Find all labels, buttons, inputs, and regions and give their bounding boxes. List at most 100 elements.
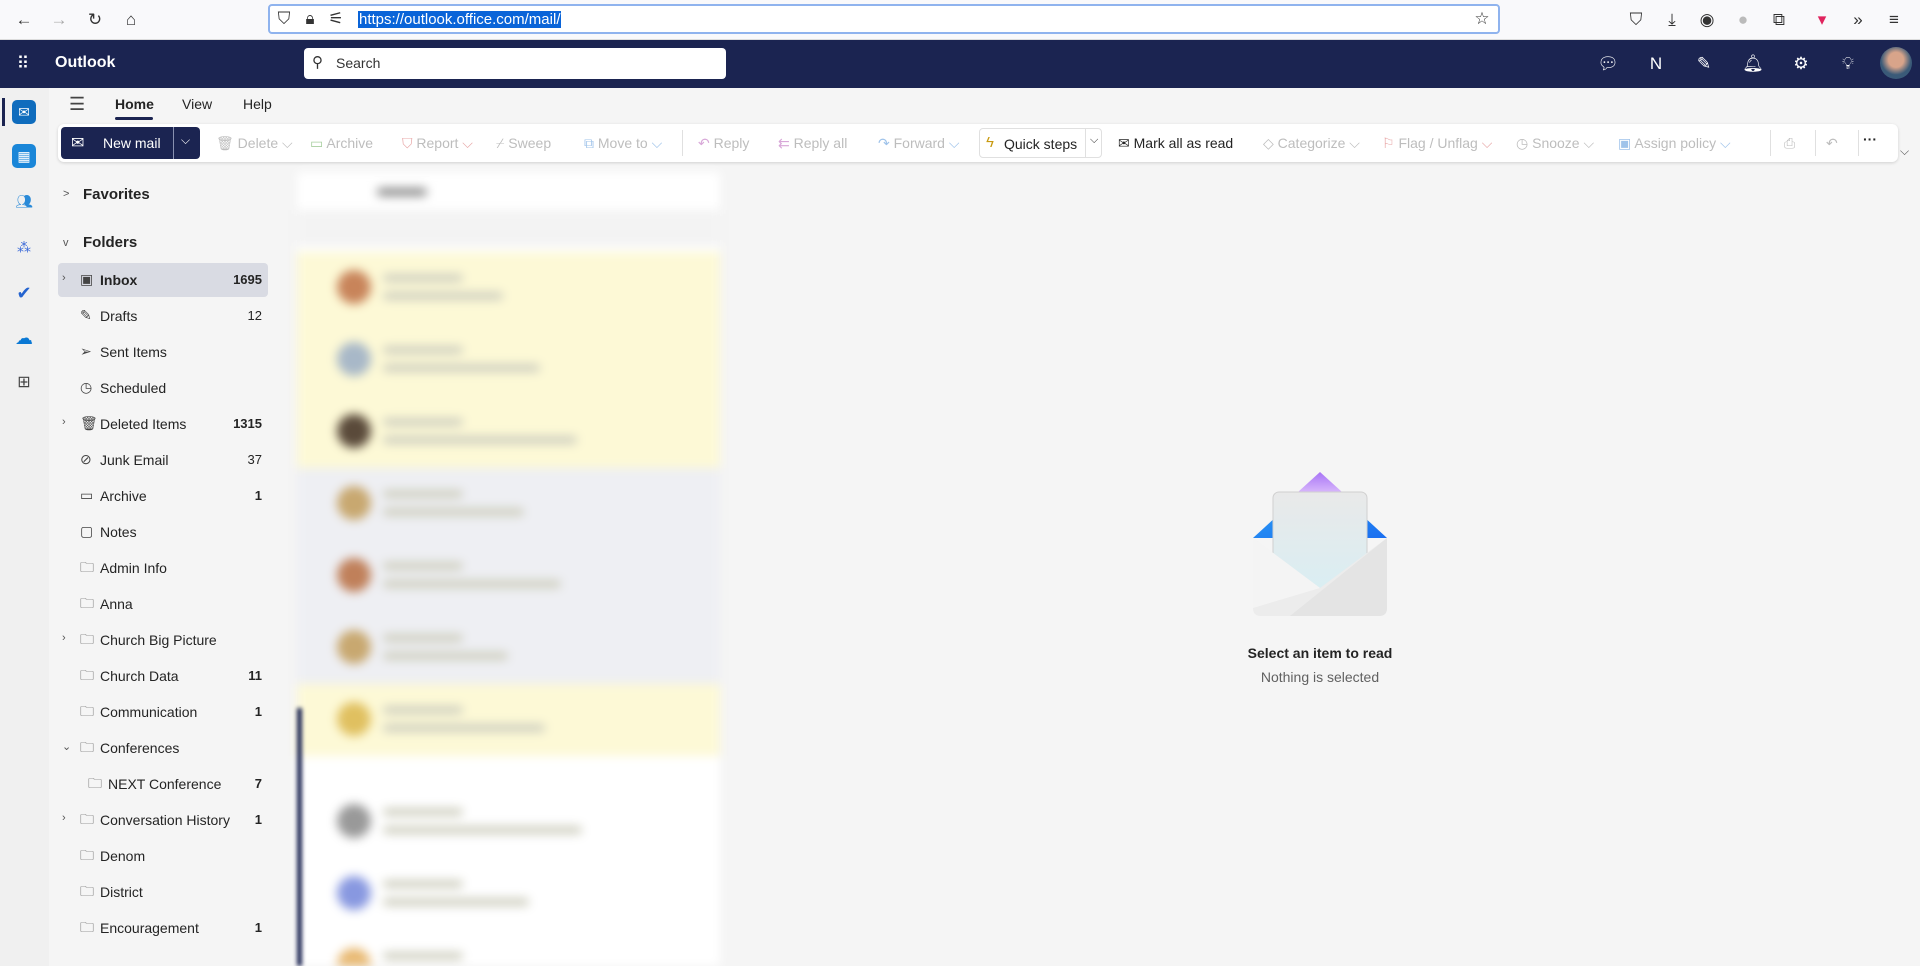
onedrive-icon[interactable]: ☁ — [12, 326, 36, 350]
chevron-down-icon[interactable]: ⌵ — [181, 133, 190, 148]
message-row[interactable] — [297, 468, 720, 540]
categorize-button[interactable]: ◇ Categorize ⌵ — [1263, 135, 1360, 152]
delete-button[interactable]: 🗑︎ Delete ⌵ — [216, 135, 293, 152]
chevron-right-icon[interactable]: › — [62, 416, 66, 428]
reload-icon[interactable]: ↻ — [83, 8, 107, 32]
home-icon[interactable]: ⌂ — [119, 8, 143, 32]
account-icon[interactable]: ◉ — [1695, 8, 1719, 32]
folder-item[interactable]: 🗀︎ District — [58, 875, 268, 909]
quick-steps-button[interactable]: ϟ Quick steps ⌵ — [979, 128, 1102, 158]
puzzle-icon[interactable]: ⧉ — [1767, 8, 1791, 32]
envelope-icon: ✉ — [71, 135, 85, 152]
mark-all-read-button[interactable]: ✉ Mark all as read — [1118, 135, 1233, 152]
chevron-down-icon[interactable]: ⌵ — [1090, 134, 1098, 147]
avatar[interactable] — [1880, 47, 1912, 79]
new-mail-button[interactable]: ✉ New mail ⌵ — [61, 127, 200, 159]
folder-item[interactable]: 🗀︎ NEXT Conference 7 — [58, 767, 268, 801]
groups-icon[interactable]: ⁂ — [12, 235, 36, 259]
folder-item[interactable]: › 🗑︎ Deleted Items 1315 — [58, 407, 268, 441]
todo-icon[interactable]: ✎ — [1692, 52, 1716, 76]
message-row[interactable] — [297, 612, 720, 684]
message-row[interactable] — [297, 858, 720, 930]
bell-icon[interactable]: 🔔︎ — [1741, 52, 1765, 76]
folder-icon: 🗀︎ — [80, 811, 94, 827]
download-icon[interactable]: ⤓ — [1660, 8, 1684, 32]
folder-item[interactable]: 🗀︎ Encouragement 1 — [58, 911, 268, 945]
forward-button[interactable]: ↷ Forward ⌵ — [878, 135, 960, 152]
sweep-button[interactable]: ⌿ Sweep — [496, 135, 551, 152]
menu-icon[interactable]: ≡ — [1882, 8, 1906, 32]
report-button[interactable]: ⛉ Report ⌵ — [402, 135, 473, 152]
chevron-right-icon[interactable]: > — [63, 188, 69, 200]
todo-check-icon[interactable]: ✔ — [12, 281, 36, 305]
folder-item[interactable]: 🗀︎ Church Data 11 — [58, 659, 268, 693]
folder-item[interactable]: ➢ Sent Items — [58, 335, 268, 369]
teams-chat-icon[interactable]: 💬︎ — [1596, 52, 1620, 76]
folder-item[interactable]: ⊘ Junk Email 37 — [58, 443, 268, 477]
move-to-button[interactable]: ⧉ Move to ⌵ — [584, 135, 662, 152]
more-options-icon[interactable]: ··· — [1863, 131, 1877, 147]
message-row[interactable] — [297, 930, 720, 966]
chevron-right-icon[interactable]: › — [62, 812, 66, 824]
reply-all-button[interactable]: ⇇ Reply all — [778, 135, 847, 152]
hamburger-icon[interactable]: ☰ — [69, 94, 85, 115]
folder-item[interactable]: ⌄ 🗀︎ Conferences — [58, 731, 268, 765]
folder-item[interactable]: 🗀︎ Anna — [58, 587, 268, 621]
folder-item[interactable]: 🗀︎ Communication 1 — [58, 695, 268, 729]
url-bar[interactable]: ⛉ 🔒︎ ⚟ https://outlook.office.com/mail/ … — [268, 4, 1500, 34]
assign-policy-button[interactable]: ▣ Assign policy ⌵ — [1618, 135, 1731, 152]
extension-icon[interactable]: ● — [1731, 8, 1755, 32]
chevron-right-icon[interactable]: › — [62, 632, 66, 644]
folder-item[interactable]: ✎ Drafts 12 — [58, 299, 268, 333]
message-row[interactable] — [297, 396, 720, 468]
extension-badge-icon[interactable]: ▾ — [1810, 8, 1834, 32]
folder-item[interactable]: › ▣ Inbox 1695 — [58, 263, 268, 297]
archive-button[interactable]: ▭ Archive — [310, 135, 373, 152]
folder-item[interactable]: › 🗀︎ Conversation History 1 — [58, 803, 268, 837]
folder-item[interactable]: › 🗀︎ Church Big Picture — [58, 623, 268, 657]
message-row[interactable] — [297, 252, 720, 324]
folders-header[interactable]: Folders — [83, 234, 137, 251]
message-list[interactable] — [297, 172, 720, 966]
folder-item[interactable]: ▭ Archive 1 — [58, 479, 268, 513]
folder-item[interactable]: ◷ Scheduled — [58, 371, 268, 405]
favorites-header[interactable]: Favorites — [83, 186, 150, 203]
mail-icon[interactable]: ✉ — [12, 100, 36, 124]
print-icon[interactable]: ⎙ — [1784, 135, 1795, 152]
app-launcher-icon[interactable]: ⠿ — [11, 52, 35, 76]
chevron-right-icon[interactable]: › — [62, 272, 66, 284]
message-row[interactable] — [297, 684, 720, 756]
chevron-down-icon[interactable]: v — [63, 237, 69, 249]
star-icon[interactable]: ☆ — [1470, 7, 1494, 31]
tab-home[interactable]: Home — [115, 96, 154, 112]
forward-icon[interactable]: → — [47, 8, 71, 32]
lightbulb-icon[interactable]: 💡︎ — [1836, 52, 1860, 76]
gear-icon[interactable]: ⚙ — [1789, 52, 1813, 76]
url-text[interactable]: https://outlook.office.com/mail/ — [358, 11, 562, 28]
permissions-icon[interactable]: ⚟ — [324, 7, 348, 31]
pocket-icon[interactable]: ⛉ — [1624, 8, 1648, 32]
tab-help[interactable]: Help — [243, 96, 272, 112]
folder-item[interactable]: 🗀︎ Denom — [58, 839, 268, 873]
folder-label: Junk Email — [100, 452, 169, 468]
message-row[interactable] — [297, 540, 720, 612]
back-icon[interactable]: ← — [12, 8, 36, 32]
onenote-icon[interactable]: N — [1644, 52, 1668, 76]
chevron-down-icon[interactable]: ⌄ — [62, 740, 71, 753]
calendar-icon[interactable]: ▦ — [12, 144, 36, 168]
message-row[interactable] — [297, 786, 720, 858]
flag-button[interactable]: ⚐ Flag / Unflag ⌵ — [1382, 135, 1492, 152]
folder-item[interactable]: 🗀︎ Admin Info — [58, 551, 268, 585]
ribbon-expand-icon[interactable]: ⌵ — [1900, 144, 1909, 159]
search-input[interactable]: ⚲ Search — [304, 48, 726, 79]
snooze-button[interactable]: ◷ Snooze ⌵ — [1516, 135, 1594, 152]
overflow-icon[interactable]: » — [1846, 8, 1870, 32]
reply-button[interactable]: ↶ Reply — [698, 135, 749, 152]
tab-view[interactable]: View — [182, 96, 212, 112]
people-icon[interactable]: 👥︎ — [12, 189, 36, 213]
folder-label: Church Data — [100, 668, 179, 684]
message-row[interactable] — [297, 324, 720, 396]
more-apps-icon[interactable]: ⊞ — [12, 371, 36, 395]
undo-icon[interactable]: ↶ — [1826, 135, 1838, 152]
folder-item[interactable]: ▢ Notes — [58, 515, 268, 549]
